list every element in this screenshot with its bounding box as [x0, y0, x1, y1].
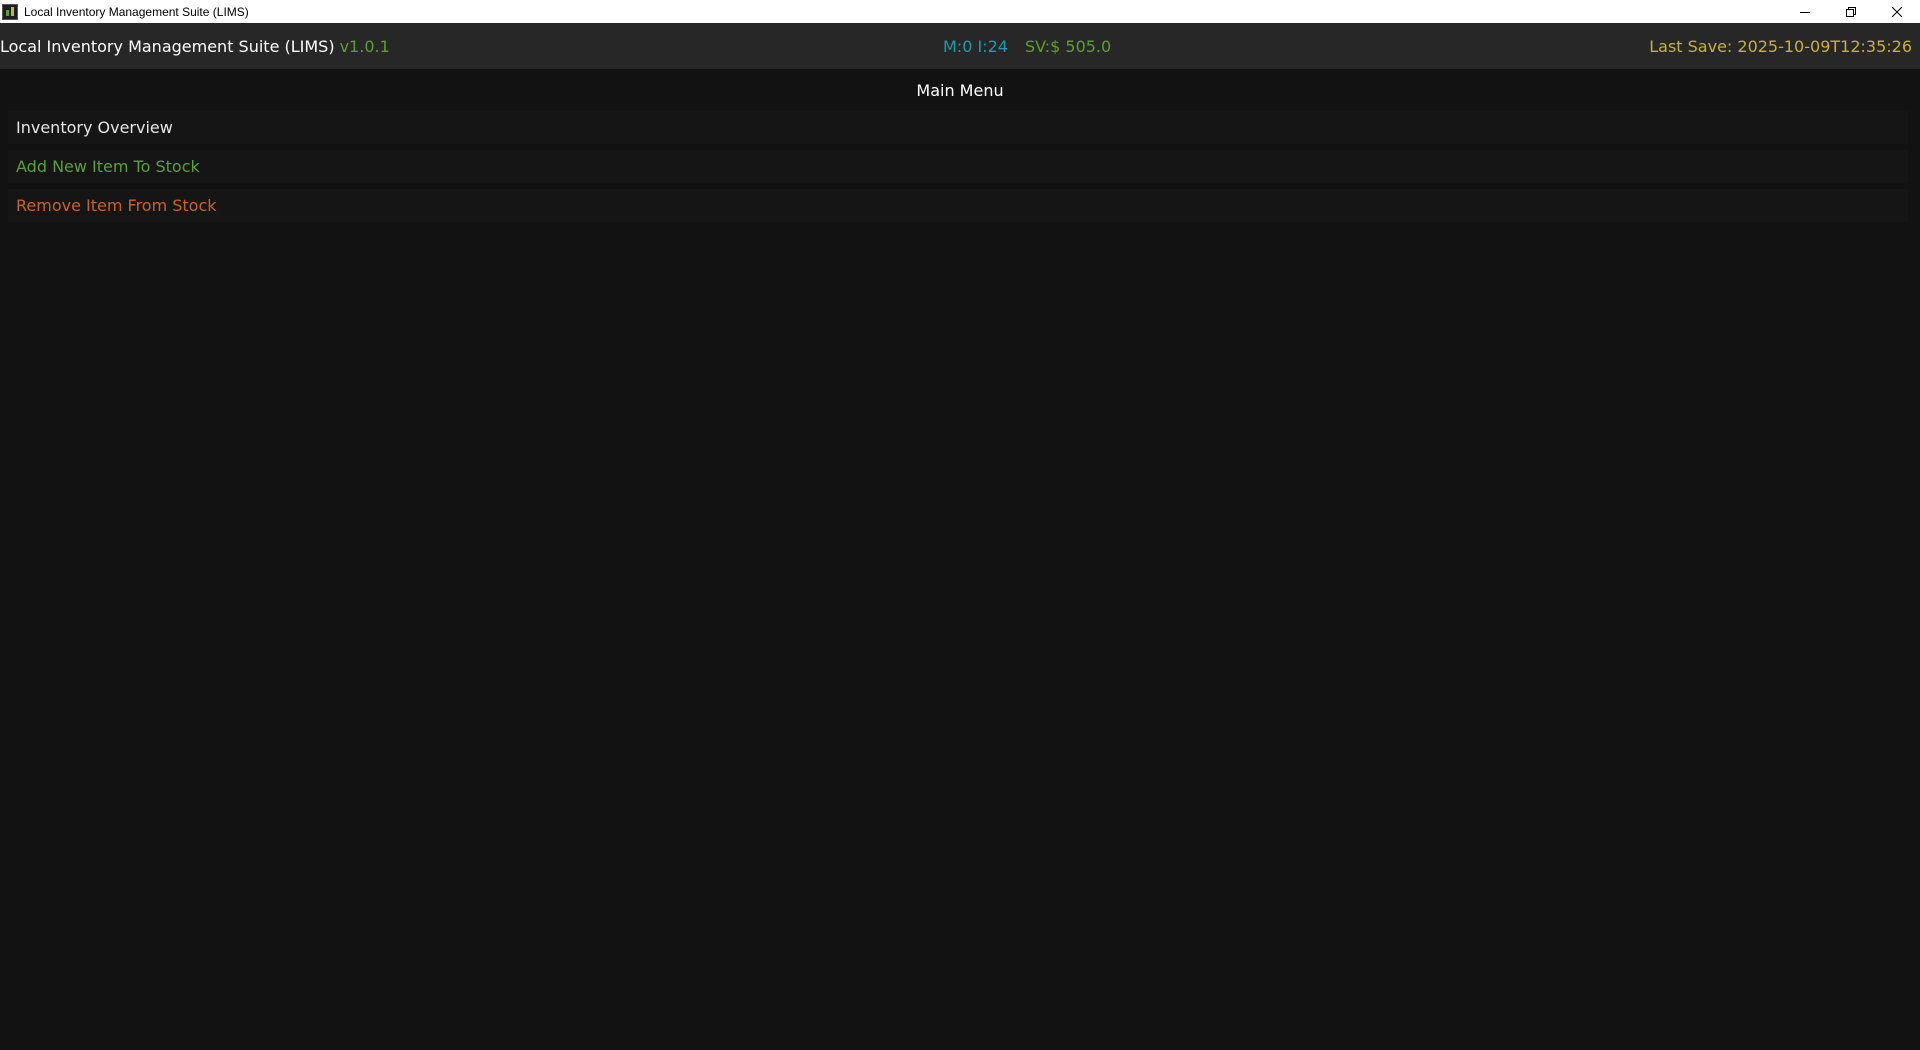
menu-title: Main Menu [916, 81, 1004, 100]
restore-icon [1846, 6, 1856, 17]
minimize-icon [1800, 7, 1810, 17]
restore-button[interactable] [1828, 0, 1874, 23]
stats-sv: SV:$ 505.0 [1024, 36, 1112, 56]
header-stats: M:0 I:24 SV:$ 505.0 [943, 37, 1111, 56]
app-version: v1.0.1 [339, 36, 390, 56]
window-titlebar[interactable]: Local Inventory Management Suite (LIMS) [0, 0, 1920, 23]
main-content: Main Menu Inventory Overview Add New Ite… [0, 69, 1920, 1050]
window-controls [1782, 0, 1920, 23]
app-icon [2, 3, 18, 20]
stats-mi: M:0 I:24 [943, 36, 1008, 56]
main-menu-list: Inventory Overview Add New Item To Stock… [8, 111, 1908, 228]
app-name: Local Inventory Management Suite (LIMS) [0, 36, 335, 56]
menu-item-label: Inventory Overview [16, 118, 173, 137]
window-title: Local Inventory Management Suite (LIMS) [24, 4, 249, 19]
menu-item-label: Remove Item From Stock [16, 196, 217, 215]
close-icon [1892, 6, 1902, 17]
app-branding: Local Inventory Management Suite (LIMS) v… [0, 37, 390, 56]
menu-item-inventory-overview[interactable]: Inventory Overview [8, 111, 1908, 144]
last-save-status: Last Save: 2025-10-09T12:35:26 [1649, 36, 1912, 56]
app-header: Local Inventory Management Suite (LIMS) v… [0, 23, 1920, 69]
menu-item-label: Add New Item To Stock [16, 157, 200, 176]
menu-item-remove-item[interactable]: Remove Item From Stock [8, 189, 1908, 222]
menu-item-add-new-item[interactable]: Add New Item To Stock [8, 150, 1908, 183]
close-button[interactable] [1874, 0, 1920, 23]
minimize-button[interactable] [1782, 0, 1828, 23]
